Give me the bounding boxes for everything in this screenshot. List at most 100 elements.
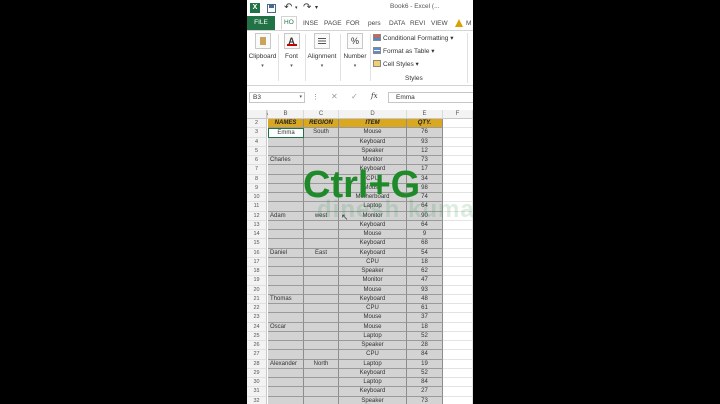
cell-empty[interactable]: [443, 239, 473, 249]
table-cell[interactable]: 52: [407, 331, 443, 341]
table-cell[interactable]: Mouse: [339, 128, 407, 138]
enter-icon[interactable]: ✓: [351, 92, 358, 101]
table-cell[interactable]: [304, 387, 339, 397]
table-cell[interactable]: Alexander: [268, 359, 304, 369]
cell-empty[interactable]: [443, 378, 473, 388]
table-cell[interactable]: Speaker: [339, 341, 407, 351]
table-cell[interactable]: [268, 202, 304, 212]
table-cell[interactable]: [268, 396, 304, 404]
cell-empty[interactable]: [443, 304, 473, 314]
row-header-21[interactable]: 21: [247, 294, 267, 304]
tab-page-layout[interactable]: PAGE: [324, 17, 342, 30]
table-cell[interactable]: [268, 276, 304, 286]
table-cell[interactable]: [268, 378, 304, 388]
cell-empty[interactable]: [443, 387, 473, 397]
table-cell[interactable]: Laptop: [339, 359, 407, 369]
row-header-19[interactable]: 19: [247, 276, 267, 286]
table-cell[interactable]: Charles: [268, 156, 304, 166]
table-cell[interactable]: [304, 285, 339, 295]
cell-empty[interactable]: [443, 285, 473, 295]
cell-empty[interactable]: [443, 257, 473, 267]
cell-empty[interactable]: [443, 350, 473, 360]
row-header-5[interactable]: 5: [247, 146, 267, 156]
table-cell[interactable]: Oscar: [268, 322, 304, 332]
formula-input[interactable]: Emma: [388, 92, 473, 103]
cell-empty[interactable]: [443, 119, 473, 129]
table-cell[interactable]: [268, 341, 304, 351]
cell-styles-button[interactable]: Cell Styles ▾: [373, 60, 419, 68]
table-cell[interactable]: Laptop: [339, 378, 407, 388]
column-header-f[interactable]: F: [443, 110, 473, 119]
table-header-qty[interactable]: QTY.: [407, 119, 443, 129]
row-header-8[interactable]: 8: [247, 174, 267, 184]
table-cell[interactable]: Mouse: [339, 322, 407, 332]
table-cell[interactable]: CPU: [339, 257, 407, 267]
cancel-icon[interactable]: ✕: [331, 92, 338, 101]
table-cell[interactable]: [268, 313, 304, 323]
save-icon[interactable]: [267, 4, 276, 13]
cell-empty[interactable]: [443, 368, 473, 378]
table-cell[interactable]: Mouse: [339, 285, 407, 295]
table-cell[interactable]: [304, 378, 339, 388]
row-header-10[interactable]: 10: [247, 193, 267, 203]
table-cell[interactable]: Keyboard: [339, 387, 407, 397]
table-cell[interactable]: CPU: [339, 304, 407, 314]
table-cell[interactable]: 27: [407, 387, 443, 397]
table-cell[interactable]: 9: [407, 230, 443, 240]
row-header-31[interactable]: 31: [247, 387, 267, 397]
table-cell[interactable]: 62: [407, 267, 443, 277]
active-cell[interactable]: Emma: [268, 128, 304, 138]
table-cell[interactable]: [268, 230, 304, 240]
insert-function-icon[interactable]: fx: [371, 92, 378, 100]
table-header-region[interactable]: REGION: [304, 119, 339, 129]
cell-empty[interactable]: [443, 267, 473, 277]
table-cell[interactable]: [268, 368, 304, 378]
tab-view[interactable]: VIEW: [431, 17, 448, 30]
cell-empty[interactable]: [443, 322, 473, 332]
cell-empty[interactable]: [443, 276, 473, 286]
table-cell[interactable]: Thomas: [268, 294, 304, 304]
font-group[interactable]: A Font ▾: [279, 31, 304, 85]
table-cell[interactable]: Daniel: [268, 248, 304, 258]
undo-dropdown-icon[interactable]: ▾: [295, 3, 298, 13]
table-cell[interactable]: Speaker: [339, 146, 407, 156]
row-header-20[interactable]: 20: [247, 285, 267, 295]
row-header-4[interactable]: 4: [247, 137, 267, 147]
table-cell[interactable]: 19: [407, 359, 443, 369]
table-cell[interactable]: 61: [407, 304, 443, 314]
row-header-28[interactable]: 28: [247, 359, 267, 369]
tab-insert[interactable]: INSE: [303, 17, 318, 30]
table-cell[interactable]: [304, 146, 339, 156]
clipboard-group[interactable]: Clipboard ▾: [247, 31, 278, 85]
table-cell[interactable]: [304, 368, 339, 378]
table-cell[interactable]: Keyboard: [339, 368, 407, 378]
cell-empty[interactable]: [443, 128, 473, 138]
row-header-11[interactable]: 11: [247, 202, 267, 212]
table-cell[interactable]: [304, 257, 339, 267]
table-cell[interactable]: [268, 257, 304, 267]
cell-empty[interactable]: [443, 313, 473, 323]
tab-formulas[interactable]: FOR: [346, 17, 360, 30]
cell-empty[interactable]: [443, 156, 473, 166]
table-cell[interactable]: Mouse: [339, 230, 407, 240]
table-cell[interactable]: 47: [407, 276, 443, 286]
table-cell[interactable]: Keyboard: [339, 137, 407, 147]
table-cell[interactable]: Keyboard: [339, 294, 407, 304]
tab-home[interactable]: HO: [281, 16, 297, 30]
row-header-14[interactable]: 14: [247, 230, 267, 240]
table-cell[interactable]: [304, 137, 339, 147]
table-cell[interactable]: 18: [407, 322, 443, 332]
table-cell[interactable]: 84: [407, 350, 443, 360]
row-header-24[interactable]: 24: [247, 322, 267, 332]
conditional-formatting-button[interactable]: Conditional Formatting ▾: [373, 34, 453, 42]
cell-empty[interactable]: [443, 137, 473, 147]
cell-empty[interactable]: [443, 396, 473, 404]
table-cell[interactable]: 12: [407, 146, 443, 156]
table-cell[interactable]: [268, 239, 304, 249]
table-cell[interactable]: [304, 313, 339, 323]
row-header-3[interactable]: 3: [247, 128, 267, 138]
table-cell[interactable]: 28: [407, 341, 443, 351]
table-cell[interactable]: [268, 285, 304, 295]
tab-developer[interactable]: pers: [368, 17, 381, 30]
name-box-dropdown-icon[interactable]: ▾: [299, 93, 302, 102]
